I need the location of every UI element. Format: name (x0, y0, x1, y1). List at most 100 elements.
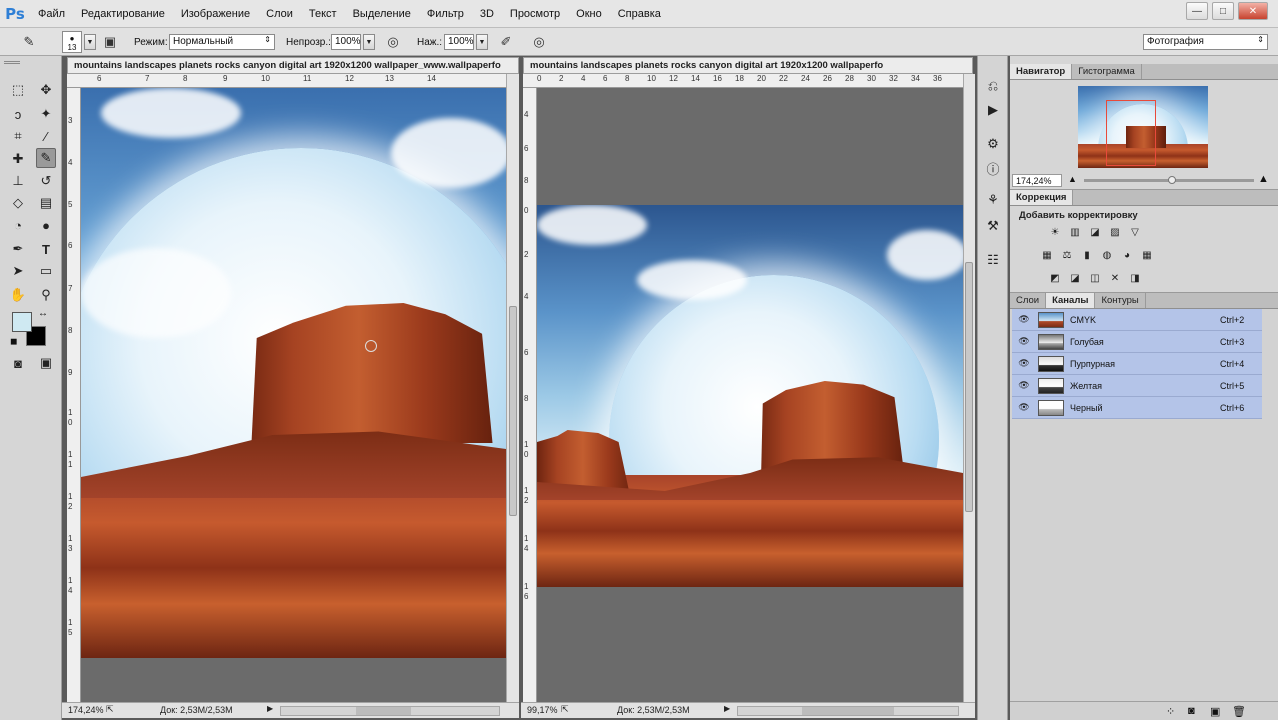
zoom-value[interactable]: 99,17% (527, 705, 558, 715)
workspace-select[interactable]: Фотография ⇕ (1143, 34, 1268, 50)
scrollbar-vertical-1[interactable] (506, 74, 519, 702)
threshold-icon[interactable]: ◫ (1088, 271, 1102, 285)
marquee-tool-icon[interactable]: ⬚ (8, 80, 28, 100)
menu-view[interactable]: Просмотр (502, 0, 568, 28)
flow-dropdown[interactable]: ▼ (476, 34, 488, 50)
channel-row[interactable]: 👁 Желтая Ctrl+5 (1012, 375, 1262, 397)
canvas-area-1[interactable] (81, 88, 506, 702)
menu-type[interactable]: Текст (301, 0, 345, 28)
tab-navigator[interactable]: Навигатор (1010, 64, 1073, 79)
scroll-thumb[interactable] (509, 306, 517, 516)
menu-filter[interactable]: Фильтр (419, 0, 472, 28)
brush-preset-icon[interactable]: ✎ (20, 33, 38, 51)
gradient-tool-icon[interactable]: ▤ (36, 193, 56, 213)
tab-channels[interactable]: Каналы (1046, 293, 1096, 308)
channel-row[interactable]: 👁 Пурпурная Ctrl+4 (1012, 353, 1262, 375)
shape-tool-icon[interactable]: ▭ (36, 261, 56, 281)
tab-histogram[interactable]: Гистограмма (1072, 64, 1142, 79)
visibility-eye-icon[interactable]: 👁 (1016, 334, 1032, 350)
zoom-in-icon[interactable]: ▲ (1258, 173, 1269, 185)
brush-panel-icon[interactable]: ▣ (101, 33, 119, 51)
quick-mask-icon[interactable]: ◙ (8, 353, 28, 373)
navigator-zoom-input[interactable]: 174,24% (1012, 174, 1062, 187)
history-brush-tool-icon[interactable]: ↺ (36, 171, 56, 191)
menu-help[interactable]: Справка (610, 0, 669, 28)
maximize-button[interactable]: □ (1212, 2, 1234, 20)
canvas-image-1[interactable] (81, 88, 506, 658)
play-icon[interactable]: ▶ (267, 704, 273, 713)
dodge-tool-icon[interactable]: ● (36, 215, 56, 235)
scroll-thumb[interactable] (965, 262, 973, 512)
scroll-thumb[interactable] (356, 707, 411, 715)
color-balance-icon[interactable]: ⚖ (1060, 248, 1074, 262)
scrollbar-horizontal-2[interactable] (737, 706, 959, 716)
eraser-tool-icon[interactable]: ◇ (8, 193, 28, 213)
vibrance-icon[interactable]: ▽ (1128, 225, 1142, 239)
blur-tool-icon[interactable]: ◔ (8, 215, 28, 235)
lasso-tool-icon[interactable]: ↄ (8, 104, 28, 124)
brush-tool-icon[interactable]: ✎ (36, 148, 56, 168)
character-icon[interactable]: ☷ (983, 250, 1003, 270)
tab-layers[interactable]: Слои (1010, 293, 1047, 308)
close-button[interactable]: ✕ (1238, 2, 1268, 20)
canvas-image-2[interactable] (537, 205, 963, 587)
clone-source-icon[interactable]: ⚙ (983, 134, 1003, 154)
brush-size-picker[interactable]: ● 13 (62, 31, 82, 53)
default-colors-icon[interactable]: ◼ (10, 336, 17, 347)
move-tool-icon[interactable]: ✥ (36, 80, 56, 100)
visibility-eye-icon[interactable]: 👁 (1016, 400, 1032, 416)
new-channel-icon[interactable]: ▣ (1210, 705, 1220, 718)
channel-row[interactable]: 👁 CMYK Ctrl+2 (1012, 309, 1262, 331)
levels-icon[interactable]: ▥ (1068, 225, 1082, 239)
scrollbar-vertical-2[interactable] (963, 74, 975, 702)
zoom-out-icon[interactable]: ▲ (1068, 174, 1077, 184)
eyedropper-tool-icon[interactable]: ⁄ (36, 126, 56, 146)
screen-mode-icon[interactable]: ▣ (36, 353, 56, 373)
history-icon[interactable]: ⎌ (983, 76, 1003, 96)
toolbox-grip[interactable] (4, 61, 20, 64)
menu-edit[interactable]: Редактирование (73, 0, 173, 28)
visibility-eye-icon[interactable]: 👁 (1016, 378, 1032, 394)
invert-icon[interactable]: ◩ (1048, 271, 1062, 285)
photo-filter-icon[interactable]: ◍ (1100, 248, 1114, 262)
canvas-area-2[interactable] (537, 88, 963, 702)
visibility-eye-icon[interactable]: 👁 (1016, 312, 1032, 328)
zoom-tool-icon[interactable]: ⚲ (36, 285, 56, 305)
brush-presets-icon[interactable]: ⚘ (983, 190, 1003, 210)
crop-tool-icon[interactable]: ⌗ (8, 126, 28, 146)
swap-colors-icon[interactable]: ↔ (38, 308, 48, 319)
exposure-icon[interactable]: ▨ (1108, 225, 1122, 239)
navigator-view-box[interactable] (1106, 100, 1156, 166)
menu-select[interactable]: Выделение (345, 0, 419, 28)
brightness-icon[interactable]: ☀ (1048, 225, 1062, 239)
channel-row[interactable]: 👁 Голубая Ctrl+3 (1012, 331, 1262, 353)
path-selection-tool-icon[interactable]: ➤ (8, 261, 28, 281)
minimize-button[interactable]: — (1186, 2, 1208, 20)
magic-wand-tool-icon[interactable]: ✦ (36, 104, 56, 124)
delete-channel-icon[interactable]: 🗑 (1232, 705, 1246, 718)
healing-brush-tool-icon[interactable]: ✚ (8, 149, 28, 169)
channel-row[interactable]: 👁 Черный Ctrl+6 (1012, 397, 1262, 419)
menu-file[interactable]: Файл (30, 0, 73, 28)
tool-presets-icon[interactable]: ⚒ (983, 216, 1003, 236)
menu-3d[interactable]: 3D (472, 0, 502, 28)
pen-tool-icon[interactable]: ✒ (8, 239, 28, 259)
slider-handle[interactable] (1168, 176, 1176, 184)
blend-mode-select[interactable]: Нормальный ⇕ (169, 34, 275, 50)
play-icon[interactable]: ▶ (724, 704, 730, 713)
visibility-eye-icon[interactable]: 👁 (1016, 356, 1032, 372)
navigator-zoom-slider[interactable] (1084, 176, 1254, 184)
pressure-size-icon[interactable]: ◎ (530, 33, 548, 51)
tab-paths[interactable]: Контуры (1095, 293, 1146, 308)
opacity-dropdown[interactable]: ▼ (363, 34, 375, 50)
pressure-opacity-icon[interactable]: ◎ (384, 33, 402, 51)
load-selection-icon[interactable]: ⁘ (1166, 705, 1175, 718)
selective-color-icon[interactable]: ✕ (1108, 271, 1122, 285)
scroll-thumb[interactable] (802, 707, 894, 715)
document-tab-1[interactable]: mountains landscapes planets rocks canyo… (67, 57, 519, 74)
status-menu-icon[interactable]: ⇱ (106, 704, 114, 715)
foreground-color-swatch[interactable] (12, 312, 32, 332)
curves-icon[interactable]: ◪ (1088, 225, 1102, 239)
menu-layers[interactable]: Слои (258, 0, 301, 28)
hand-tool-icon[interactable]: ✋ (8, 285, 28, 305)
